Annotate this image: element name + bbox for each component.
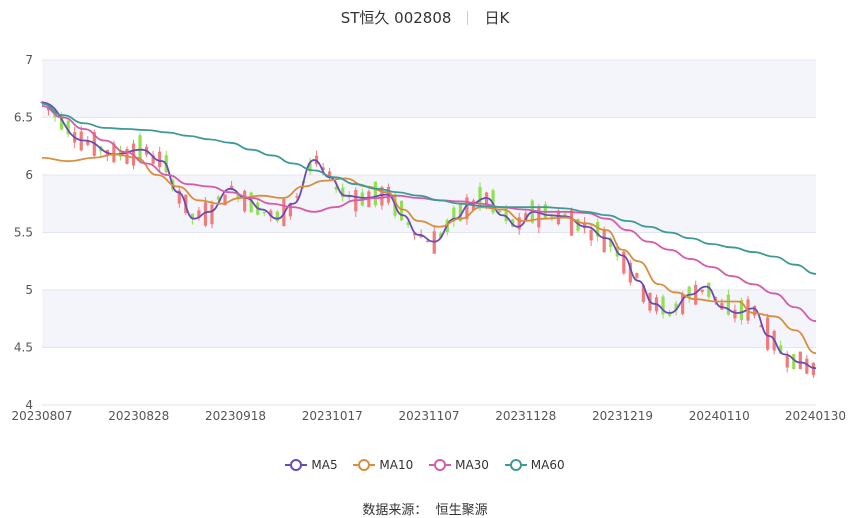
legend-ma30-label: MA30 [455, 458, 489, 472]
candle-up [694, 284, 698, 305]
ma10-swatch [353, 459, 376, 471]
legend-ma10-label: MA10 [379, 458, 414, 472]
candle-up [589, 230, 593, 241]
candle-up [785, 355, 789, 368]
candle-up [158, 151, 162, 168]
y-tick-label: 5 [25, 283, 33, 297]
x-tick-label: 20230828 [108, 409, 169, 423]
kline-chart: 44.555.566.5720230807 20230828 20230918 202… [11, 53, 846, 423]
candle-up [700, 289, 704, 292]
x-tick-label: 20231128 [495, 409, 556, 423]
candle-up [537, 206, 541, 228]
x-tick-label: 20240130 [785, 409, 846, 423]
x-tick-label: 20230807 [11, 409, 72, 423]
candle-down [373, 181, 377, 206]
y-tick-label: 5.5 [14, 226, 33, 240]
grid-band [42, 60, 816, 118]
x-tick-label: 20240110 [689, 409, 750, 423]
x-tick-label: 20231107 [398, 409, 459, 423]
candle-down [667, 314, 672, 316]
candle-down [262, 211, 266, 214]
candle-up [569, 210, 574, 236]
ma5-swatch [285, 459, 308, 471]
ma30-swatch [429, 459, 452, 471]
legend-ma60[interactable]: MA60 [504, 458, 565, 472]
data-source: 数据来源： 恒生聚源 [0, 499, 850, 518]
candle-up [295, 196, 299, 198]
x-tick-label: 20231017 [302, 409, 363, 423]
x-tick-label: 20231219 [592, 409, 653, 423]
candle-down [726, 294, 731, 315]
candle-down [138, 135, 142, 162]
ma60-swatch [504, 459, 527, 471]
candle-up [210, 204, 214, 225]
candle-up [798, 351, 802, 370]
legend: MA5 MA10 MA30 MA60 [0, 458, 850, 474]
legend-ma60-label: MA60 [530, 458, 565, 472]
legend-ma5[interactable]: MA5 [285, 458, 338, 472]
candle-up [733, 309, 737, 319]
y-tick-label: 7 [25, 53, 33, 67]
x-tick-label: 20230918 [205, 409, 266, 423]
y-tick-label: 4.5 [14, 341, 33, 355]
candle-up [811, 362, 815, 376]
legend-ma30[interactable]: MA30 [429, 458, 489, 472]
y-tick-label: 6.5 [14, 111, 33, 125]
legend-ma10[interactable]: MA10 [353, 458, 413, 472]
candle-up [635, 273, 639, 278]
legend-ma5-label: MA5 [311, 458, 338, 472]
candle-down [399, 200, 404, 221]
y-tick-label: 6 [25, 168, 33, 182]
candle-up [602, 230, 606, 253]
candle-up [243, 190, 247, 212]
